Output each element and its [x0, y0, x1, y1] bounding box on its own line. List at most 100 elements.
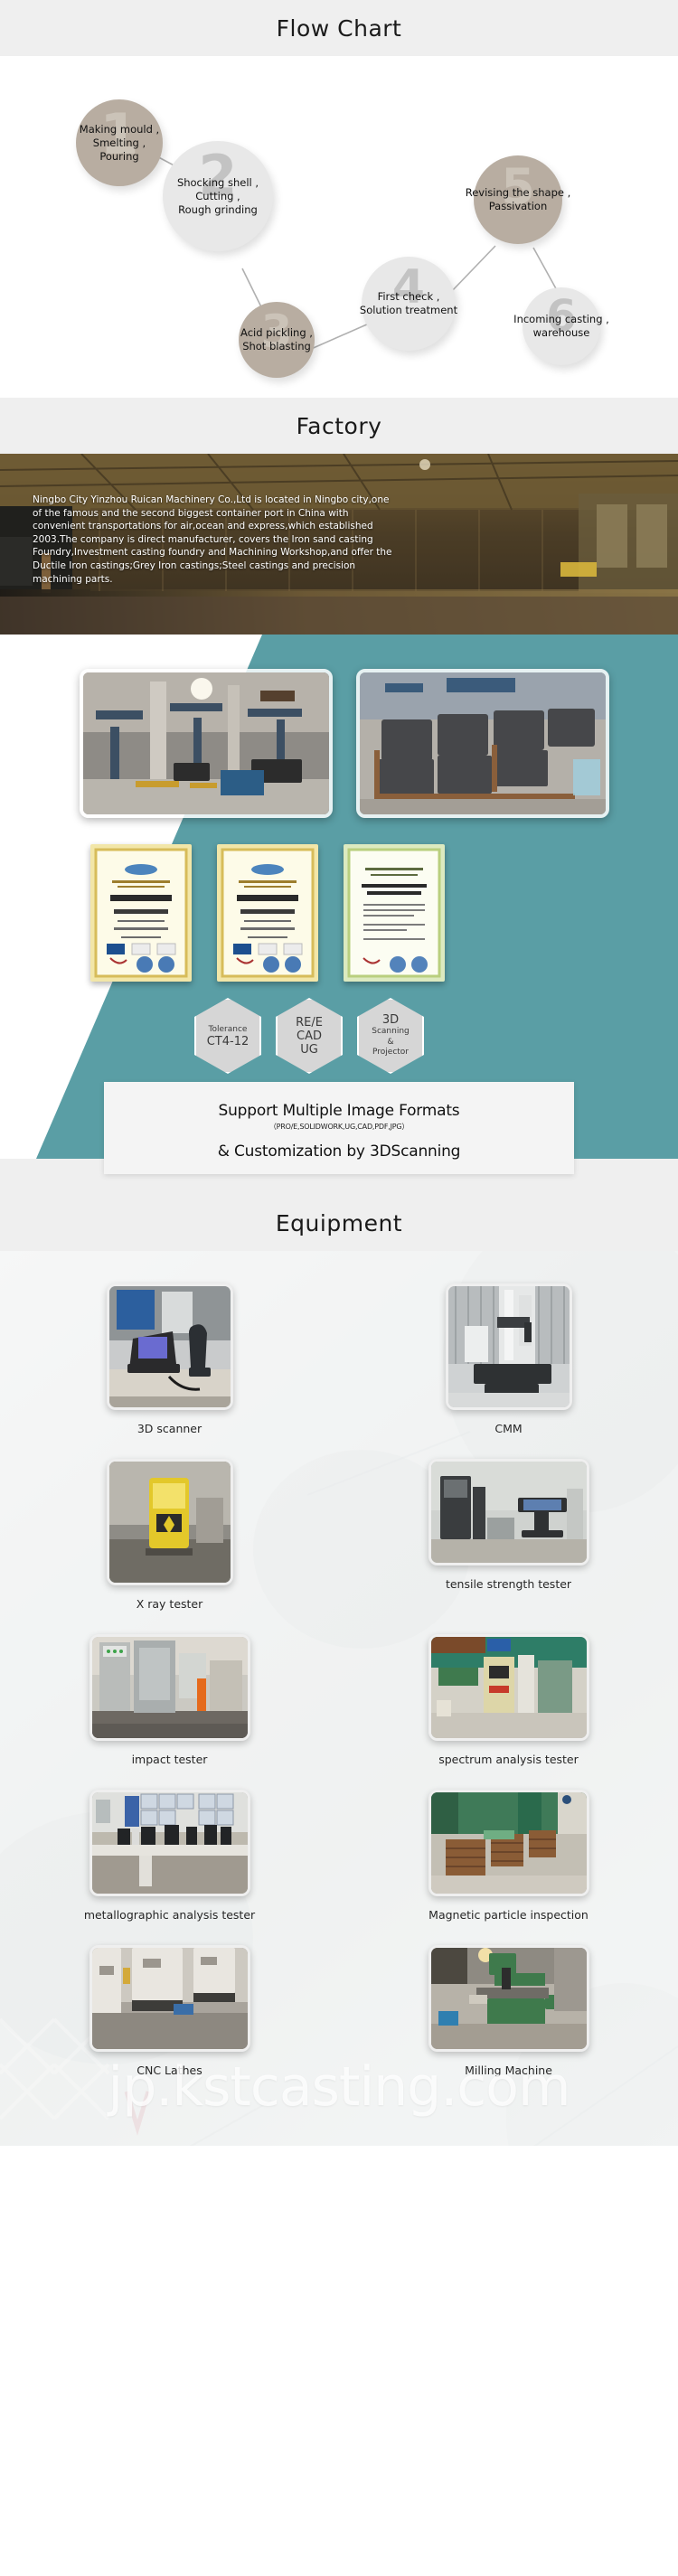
equipment-label-milling-machine: Milling Machine	[465, 2064, 552, 2077]
equipment-item-cmm[interactable]: CMM	[339, 1283, 678, 1450]
equipment-item-x-ray-tester[interactable]: X ray tester	[0, 1459, 339, 1625]
badge-tolerance-line2: CT4-12	[206, 1034, 250, 1048]
equipment-photo-3d-scanner[interactable]	[106, 1283, 233, 1410]
x-ray-tester-image	[108, 1462, 231, 1583]
flow-node-4-line2: Solution treatment	[359, 304, 458, 316]
equipment-photo-impact-tester[interactable]	[89, 1634, 250, 1741]
impact-tester-image	[91, 1637, 248, 1738]
equipment-photo-x-ray-tester[interactable]	[106, 1459, 233, 1585]
cmm-image	[447, 1286, 570, 1407]
certificate-image-2	[217, 844, 318, 982]
certificates-row	[90, 844, 445, 982]
magnetic-particle-inspection-image	[430, 1792, 587, 1894]
equipment-photo-milling-machine[interactable]	[428, 1945, 589, 2052]
flow-node-5-line2: Passivation	[488, 200, 548, 212]
section-header-equipment: Equipment	[0, 1195, 678, 1251]
spectrum-analysis-tester-image	[430, 1637, 587, 1738]
flow-node-6-line2: warehouse	[532, 326, 590, 339]
equipment-label-3d-scanner: 3D scanner	[137, 1422, 202, 1435]
equipment-label-x-ray-tester: X ray tester	[136, 1597, 203, 1611]
equipment-item-spectrum-analysis-tester[interactable]: spectrum analysis tester	[339, 1634, 678, 1781]
section-header-flow-chart: Flow Chart	[0, 0, 678, 56]
flow-node-1-line1: Making mould ,	[79, 122, 160, 136]
product-detail-page: Flow Chart 1 Making mould , Smelting , P…	[0, 0, 678, 2146]
cnc-lathes-image	[91, 1948, 248, 2049]
equipment-photo-spectrum-analysis-tester[interactable]	[428, 1634, 589, 1741]
badge-3d-line1: 3D	[381, 1013, 400, 1028]
equipment-label-impact-tester: impact tester	[131, 1753, 208, 1766]
capability-badges: Tolerance CT4-12 RE/E CAD UG 3D Scanning…	[194, 998, 424, 1074]
flow-node-5[interactable]: 5 Revising the shape , Passivation	[466, 155, 570, 244]
formats-headline: Support Multiple Image Formats	[218, 1101, 460, 1120]
badge-cad-line3: UG	[300, 1042, 318, 1057]
flow-node-5-line1: Revising the shape ,	[465, 186, 571, 199]
badge-tolerance-line1: Tolerance	[208, 1024, 248, 1034]
flow-node-3-line2: Shot blasting	[242, 340, 311, 353]
certificate-english-iso[interactable]	[344, 844, 445, 982]
badge-cad-line2: CAD	[297, 1029, 322, 1043]
tensile-strength-tester-image	[430, 1462, 587, 1563]
page-title-equipment: Equipment	[275, 1209, 403, 1236]
flow-node-1[interactable]: 1 Making mould , Smelting , Pouring	[76, 99, 163, 186]
badge-3d-scanning[interactable]: 3D Scanning & Projector	[357, 998, 424, 1074]
page-title-flow-chart: Flow Chart	[276, 14, 402, 42]
factory-description: Ningbo City Yinzhou Ruican Machinery Co.…	[33, 494, 392, 585]
equipment-photo-metallographic-analysis-tester[interactable]	[89, 1790, 250, 1896]
certificate-image-1	[90, 844, 192, 982]
section-header-factory: Factory	[0, 398, 678, 454]
supported-formats-panel: Support Multiple Image Formats （PRO/E,SO…	[104, 1082, 574, 1174]
flow-node-2-line2: Cutting ,	[195, 189, 240, 202]
equipment-item-magnetic-particle-inspection[interactable]: Magnetic particle inspection	[339, 1790, 678, 1936]
equipment-item-cnc-lathes[interactable]: CNC Lathes	[0, 1945, 339, 2092]
flow-node-3-line1: Acid pickling ,	[240, 326, 313, 339]
equipment-item-metallographic-analysis-tester[interactable]: metallographic analysis tester	[0, 1790, 339, 1936]
equipment-item-tensile-strength-tester[interactable]: tensile strength tester	[339, 1459, 678, 1625]
flow-node-6-line1: Incoming casting ,	[513, 313, 609, 325]
equipment-photo-cnc-lathes[interactable]	[89, 1945, 250, 2052]
equipment-photo-tensile-strength-tester[interactable]	[428, 1459, 589, 1565]
equipment-item-impact-tester[interactable]: impact tester	[0, 1634, 339, 1781]
equipment-item-3d-scanner[interactable]: 3D scanner	[0, 1283, 339, 1450]
flow-node-4[interactable]: 4 First check , Solution treatment	[359, 257, 458, 351]
equipment-photo-cmm[interactable]	[445, 1283, 572, 1410]
equipment-label-cmm: CMM	[494, 1422, 523, 1435]
flow-node-2-line3: Rough grinding	[178, 202, 258, 216]
formats-subline: （PRO/E,SOLIDWORK,UG,CAD,PDF,JPG）	[268, 1122, 410, 1131]
flow-node-2[interactable]: 2 Shocking shell , Cutting , Rough grind…	[163, 141, 273, 251]
equipment-item-milling-machine[interactable]: Milling Machine	[339, 1945, 678, 2092]
factory-photo-row	[80, 669, 609, 818]
equipment-label-tensile-strength-tester: tensile strength tester	[445, 1577, 572, 1591]
flow-node-1-line2: Smelting ,	[92, 136, 146, 149]
flow-node-3[interactable]: 3 Acid pickling , Shot blasting	[239, 302, 315, 378]
badge-cad-line1: RE/E	[296, 1015, 323, 1029]
flow-node-2-line1: Shocking shell ,	[176, 175, 259, 189]
factory-content: Tolerance CT4-12 RE/E CAD UG 3D Scanning…	[0, 635, 678, 1195]
milling-machine-image	[430, 1948, 587, 2049]
equipment-grid: 3D scanner CMM X ray tester tensile stre…	[0, 1283, 678, 2092]
equipment-label-metallographic-analysis-tester: metallographic analysis tester	[83, 1908, 256, 1922]
flow-node-1-line3: Pouring	[99, 149, 139, 163]
equipment-label-magnetic-particle-inspection: Magnetic particle inspection	[428, 1908, 589, 1922]
equipment-gallery: 3D scanner CMM X ray tester tensile stre…	[0, 1251, 678, 2146]
page-title-factory: Factory	[296, 412, 382, 439]
flow-node-4-line1: First check ,	[377, 290, 440, 303]
certificate-environment-management[interactable]	[217, 844, 318, 982]
badge-cad-software[interactable]: RE/E CAD UG	[276, 998, 343, 1074]
flow-chart-diagram: 1 Making mould , Smelting , Pouring 2 Sh…	[0, 56, 678, 398]
factory-photo-moulds-stack[interactable]	[356, 669, 609, 818]
badge-3d-line4: Projector	[372, 1048, 409, 1058]
badge-tolerance[interactable]: Tolerance CT4-12	[194, 998, 261, 1074]
moulding-line-image	[83, 672, 329, 814]
equipment-label-spectrum-analysis-tester: spectrum analysis tester	[438, 1753, 579, 1766]
badge-3d-line2: Scanning	[372, 1027, 410, 1037]
metallographic-analysis-tester-image	[91, 1792, 248, 1894]
factory-hero-banner: Ningbo City Yinzhou Ruican Machinery Co.…	[0, 454, 678, 635]
certificate-quality-management[interactable]	[90, 844, 192, 982]
certificate-image-3	[344, 844, 445, 982]
moulds-stack-image	[360, 672, 606, 814]
flow-node-6[interactable]: 6 Incoming casting , warehouse	[513, 287, 609, 365]
factory-photo-moulding-line[interactable]	[80, 669, 333, 818]
equipment-label-cnc-lathes: CNC Lathes	[137, 2064, 202, 2077]
badge-3d-line3: &	[387, 1037, 394, 1047]
equipment-photo-magnetic-particle-inspection[interactable]	[428, 1790, 589, 1896]
